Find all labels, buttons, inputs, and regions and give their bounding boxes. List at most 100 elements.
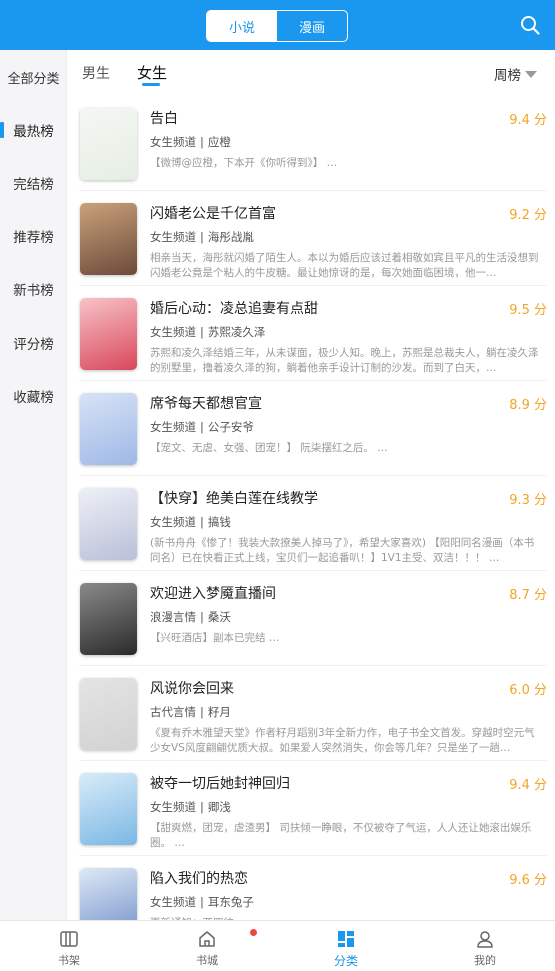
book-score: 9.5 分: [509, 303, 547, 318]
search-icon[interactable]: [519, 14, 541, 36]
tab-male[interactable]: 男生: [82, 63, 110, 83]
book-description: 【兴旺酒店】副本已完结 …: [150, 632, 280, 644]
sidebar-item-favorites[interactable]: 收藏榜: [0, 381, 67, 411]
book-description: 【甜爽燃，团宠，虐渣男】 司扶倾一睁眼，不仅被夺了气运，人人还让她滚出娱乐圈。 …: [150, 822, 532, 849]
book-meta: 女生频道 | 卿浅: [150, 799, 231, 815]
book-cover: [80, 773, 137, 845]
meta-separator: |: [200, 800, 204, 814]
book-meta: 女生频道 | 搞钱: [150, 514, 231, 530]
book-score: 9.3 分: [509, 493, 547, 508]
book-list-item[interactable]: 婚后心动：凌总追妻有点甜 9.5 分女生频道 | 苏熙凌久泽苏熙和凌久泽结婚三年，从未…: [67, 286, 555, 381]
book-meta: 女生频道 | 苏熙凌久泽: [150, 324, 265, 340]
book-list-item[interactable]: 被夺一切后她封神回归 9.4 分女生频道 | 卿浅【甜爽燃，团宠，虐渣男】 司扶倾一睁…: [67, 761, 555, 856]
sidebar-item-recommend[interactable]: 推荐榜: [0, 221, 67, 251]
book-channel: 女生频道: [150, 895, 196, 909]
book-cover: [80, 298, 137, 370]
nav-label: 我的: [474, 954, 496, 967]
ranking-sidebar: 全部分类 最热榜 完结榜 推荐榜 新书榜 评分榜 收藏榜: [0, 50, 67, 920]
book-author: 籽月: [207, 705, 231, 719]
sidebar-item-hot[interactable]: 最热榜: [0, 115, 67, 145]
book-title: 婚后心动：凌总追妻有点甜: [150, 301, 318, 317]
book-author: 应橙: [207, 135, 231, 149]
book-description: 《夏有乔木雅望天堂》作者籽月蹈别3年全新力作，电子书全文首发。穿越时空元气少女V…: [150, 727, 535, 754]
book-channel: 女生频道: [150, 135, 196, 149]
period-label: 周榜: [494, 68, 521, 84]
book-description: 【宠文、无虐、女强、团宠！】 阮柒摆红之后。 …: [150, 442, 388, 454]
book-list-item[interactable]: 席爷每天都想官宣 8.9 分女生频道 | 公子安爷【宠文、无虐、女强、团宠！】 阮柒摆…: [67, 381, 555, 476]
book-list-item[interactable]: 告白 9.4 分女生频道 | 应橙【微博@应橙，下本开《你听得到》】 …: [67, 96, 555, 191]
book-list: 告白 9.4 分女生频道 | 应橙 【微博@应橙，下本开《你听得到》】 … 闪婚老公是千亿…: [67, 96, 555, 920]
book-author: 耳东兔子: [207, 895, 254, 909]
meta-separator: |: [200, 515, 204, 529]
meta-separator: |: [200, 135, 204, 149]
book-channel: 女生频道: [150, 230, 196, 244]
book-author: 海彤战胤: [207, 230, 254, 244]
book-author: 桑沃: [207, 610, 231, 624]
book-score: 9.6 分: [509, 873, 547, 888]
book-author: 搞钱: [207, 515, 231, 529]
book-score: 6.0 分: [509, 683, 547, 698]
meta-separator: |: [200, 610, 204, 624]
tab-novel[interactable]: 小说: [207, 11, 277, 41]
book-description: 相亲当天，海彤就闪婚了陌生人。本以为婚后应该过着相敬如宾且平凡的生活没想到闪婚老…: [150, 252, 539, 279]
book-list-item[interactable]: 陷入我们的热恋9.6 分女生频道|耳东兔子更新通知：两四往 …: [67, 856, 555, 920]
sidebar-item-finished[interactable]: 完结榜: [0, 168, 67, 198]
nav-label: 书架: [58, 954, 80, 967]
book-list-item[interactable]: 风说你会回来 6.0 分古代言情 | 籽月 《夏有乔木雅望天堂》作者籽月蹈别3年全新力作…: [67, 666, 555, 761]
sidebar-item-all-categories[interactable]: 全部分类: [0, 62, 67, 92]
nav-category[interactable]: 分类: [277, 921, 415, 971]
book-author: 卿浅: [207, 800, 231, 814]
book-author: 公子安爷: [207, 420, 254, 434]
book-list-item[interactable]: 【快穿】绝美白莲在线教学 9.3 分女生频道 | 搞钱 (新书舟舟《惨了！我装大款撩美人…: [67, 476, 555, 571]
sidebar-item-new[interactable]: 新书榜: [0, 274, 67, 304]
profile-icon: [477, 931, 493, 948]
meta-separator: |: [200, 420, 204, 434]
book-meta: 女生频道 | 公子安爷: [150, 419, 254, 435]
book-score: 9.4 分: [509, 778, 547, 793]
book-score: 9.4 分: [509, 113, 547, 128]
tab-female[interactable]: 女生: [137, 62, 167, 83]
book-meta: 女生频道 | 耳东兔子: [150, 894, 254, 910]
home-icon: [199, 931, 215, 947]
book-title: 陷入我们的热恋: [150, 871, 248, 887]
nav-bookshelf[interactable]: 书架: [0, 921, 138, 971]
book-description: (新书舟舟《惨了！我装大款撩美人掉马了》，希望大家喜欢) 【阳阳同名漫画（本书同…: [150, 537, 535, 564]
book-cover: [80, 488, 137, 560]
book-title: 被夺一切后她封神回归: [150, 776, 290, 792]
book-list-item[interactable]: 闪婚老公是千亿首富 9.2 分女生频道 | 海彤战胤相亲当天，海彤就闪婚了陌生人。本以…: [67, 191, 555, 286]
meta-separator: |: [200, 895, 204, 909]
meta-separator: |: [200, 230, 204, 244]
book-channel: 古代言情: [150, 705, 196, 719]
book-title: 告白: [150, 111, 178, 127]
book-cover: [80, 583, 137, 655]
book-cover: [80, 393, 137, 465]
period-dropdown[interactable]: 周榜: [494, 64, 537, 84]
top-bar: 小说 漫画: [0, 0, 555, 50]
book-title: 席爷每天都想官宣: [150, 396, 262, 412]
active-tab-indicator: [142, 83, 160, 86]
meta-separator: |: [200, 325, 204, 339]
book-title: 【快穿】绝美白莲在线教学: [150, 491, 318, 507]
book-score: 9.2 分: [509, 208, 547, 223]
book-description: 【微博@应橙，下本开《你听得到》】 …: [150, 157, 338, 169]
book-description: 苏熙和凌久泽结婚三年，从未谋面，极少人知。晚上，苏熙是总裁夫人，躺在凌久泽的别墅…: [150, 347, 539, 374]
book-meta: 女生频道 | 应橙: [150, 134, 231, 150]
book-channel: 女生频道: [150, 325, 196, 339]
meta-separator: |: [200, 705, 204, 719]
bottom-navigation: 书架 书城 分类 我的: [0, 920, 555, 971]
book-cover: [80, 203, 137, 275]
nav-profile[interactable]: 我的: [416, 921, 554, 971]
category-icon: [338, 931, 354, 947]
sidebar-item-rating[interactable]: 评分榜: [0, 328, 67, 358]
tab-comic[interactable]: 漫画: [277, 11, 347, 41]
book-cover: [80, 868, 137, 920]
book-score: 8.9 分: [509, 398, 547, 413]
book-channel: 女生频道: [150, 420, 196, 434]
book-title: 闪婚老公是千亿首富: [150, 206, 276, 222]
book-cover: [80, 678, 137, 750]
content-type-switch: 小说 漫画: [206, 10, 348, 42]
book-author: 苏熙凌久泽: [207, 325, 266, 339]
book-score: 8.7 分: [509, 588, 547, 603]
book-list-item[interactable]: 欢迎进入梦魇直播间 8.7 分浪漫言情 | 桑沃 【兴旺酒店】副本已完结 …: [67, 571, 555, 666]
nav-label: 书城: [196, 954, 218, 967]
